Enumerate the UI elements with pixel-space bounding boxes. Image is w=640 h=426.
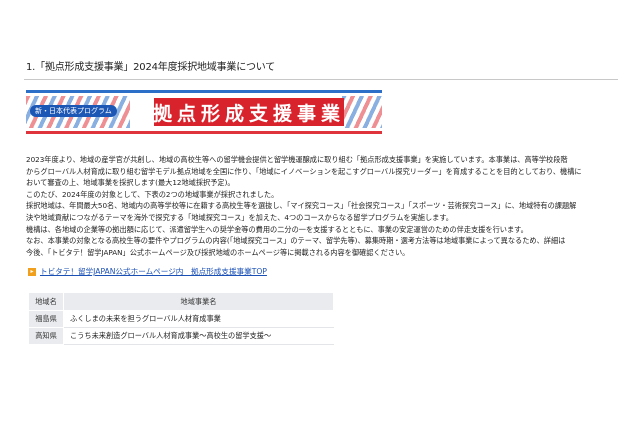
description-line: 今後、「トビタテ！留学JAPAN」公式ホームページ及び採択地域のホームページ等に… <box>26 247 410 257</box>
project-cell: こうち未来創造グローバル人材育成事業～高校生の留学支援～ <box>63 327 334 345</box>
program-link-row[interactable]: ▸ トビタテ！留学JAPAN公式ホームページ内 拠点形成支援事業TOP <box>28 266 267 278</box>
banner-tag: 新・日本代表プログラム <box>30 105 117 117</box>
regions-table: 地域名 地域事業名 福島県 ふくしまの未来を担うグローバル人材育成事業 高知県 … <box>28 292 334 345</box>
external-link-icon: ▸ <box>28 268 36 276</box>
program-top-link[interactable]: トビタテ！留学JAPAN公式ホームページ内 拠点形成支援事業TOP <box>40 266 267 278</box>
banner-title-box: 拠点形成支援事業 <box>153 98 346 126</box>
page: 1.「拠点形成支援事業」2024年度採択地域事業について 新・日本代表プログラム… <box>0 0 640 426</box>
col-header-project: 地域事業名 <box>63 292 334 311</box>
col-header-region: 地域名 <box>28 292 64 311</box>
description-line: このたび、2024年度の対象として、下表の2つの地域事業が採択されました。 <box>26 189 279 199</box>
table-header-row: 地域名 地域事業名 <box>28 292 334 311</box>
description-line: おいて審査の上、地域事業を採択します(最大12地域採択予定)。 <box>26 178 235 188</box>
region-cell: 高知県 <box>28 327 64 345</box>
description-line: 機構は、各地域の企業等の拠出額に応じて、派遣留学生への奨学金等の費用の二分の一を… <box>26 224 528 234</box>
description-line: からグローバル人材育成に取り組む留学モデル拠点地域を全国に作り、「地域にイノベー… <box>26 166 582 176</box>
program-banner: 新・日本代表プログラム 拠点形成支援事業 <box>26 90 382 134</box>
description-line: 2023年度より、地域の産学官が共創し、地域の高校生等への留学機会提供と留学機運… <box>26 155 568 164</box>
table-row: 高知県 こうち未来創造グローバル人材育成事業～高校生の留学支援～ <box>28 327 334 345</box>
project-cell: ふくしまの未来を担うグローバル人材育成事業 <box>63 310 334 328</box>
banner-top-stripe <box>26 90 382 93</box>
description-line: 採択地域は、年間最大50名、地域内の高等学校等に在籍する高校生等を選抜し、「マイ… <box>26 201 577 211</box>
description: 2023年度より、地域の産学官が共創し、地域の高校生等への留学機会提供と留学機運… <box>26 154 618 258</box>
description-line: 決や地域貢献につながるテーマを海外で探究する「地域探究コース」を加えた、4つのコ… <box>26 212 453 222</box>
section-heading: 1.「拠点形成支援事業」2024年度採択地域事業について <box>24 56 618 80</box>
banner-title: 拠点形成支援事業 <box>153 102 346 125</box>
banner-bottom-stripe <box>26 131 382 134</box>
description-line: なお、本事業の対象となる高校生等の要件やプログラムの内容(「地域探究コース」のテ… <box>26 236 566 246</box>
region-cell: 福島県 <box>28 310 64 328</box>
table-row: 福島県 ふくしまの未来を担うグローバル人材育成事業 <box>28 310 334 328</box>
banner-right-stripes <box>342 96 382 128</box>
